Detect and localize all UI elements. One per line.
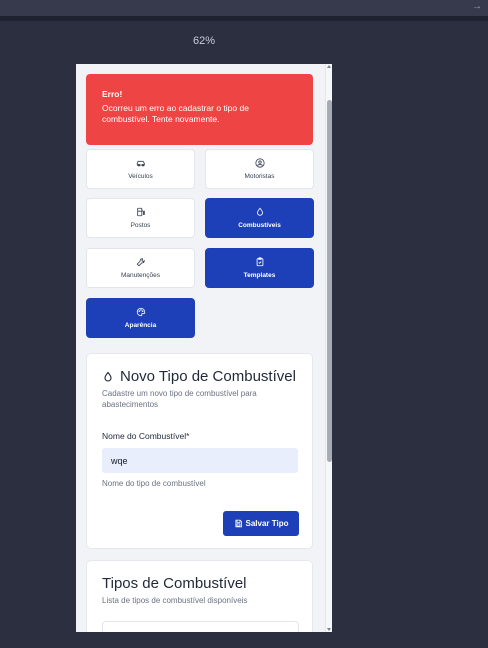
scroll-up-arrow-icon[interactable]: [327, 65, 331, 68]
form-subtitle: Cadastre um novo tipo de combustível par…: [102, 389, 257, 409]
arrow-right-icon[interactable]: →: [472, 1, 482, 12]
app-viewport: Erro! Ocorreu um erro ao cadastrar o tip…: [76, 64, 332, 632]
clipboard-icon: [256, 257, 263, 267]
fuel-name-label: Nome do Combustível*: [102, 431, 190, 441]
fuel-name-input[interactable]: [102, 448, 298, 473]
scrollbar-thumb[interactable]: [327, 100, 332, 462]
alert-title: Erro!: [102, 89, 123, 99]
nav-tile-label: Templates: [243, 272, 276, 279]
nav-tile-label: Aparência: [124, 322, 157, 329]
nav-tile-label: Veículos: [128, 173, 153, 180]
list-subtitle: Lista de tipos de combustível disponívei…: [102, 596, 248, 605]
wrench-icon: [136, 258, 145, 267]
nav-tile-manutencoes[interactable]: Manutenções: [86, 248, 195, 288]
nav-tile-postos[interactable]: Postos: [86, 198, 195, 238]
nav-tile-motoristas[interactable]: Motoristas: [205, 149, 314, 189]
droplet-icon: [256, 207, 263, 216]
fuel-icon: [136, 207, 145, 217]
list-title: Tipos de Combustível: [102, 575, 247, 592]
alert-message: Ocorreu um erro ao cadastrar o tipo de c…: [102, 103, 249, 124]
vertical-scrollbar[interactable]: [325, 64, 332, 632]
user-circle-icon: [254, 158, 265, 168]
scroll-down-arrow-icon[interactable]: [327, 628, 331, 631]
nav-tile-veiculos[interactable]: Veículos: [86, 149, 195, 189]
error-alert: Erro! Ocorreu um erro ao cadastrar o tip…: [86, 74, 313, 145]
form-title-text: Novo Tipo de Combustível: [120, 368, 296, 385]
nav-tile-combustiveis[interactable]: Combustíveis: [205, 198, 314, 238]
new-fuel-type-card: Novo Tipo de Combustível Cadastre um nov…: [86, 353, 313, 549]
droplet-icon: [104, 371, 112, 381]
nav-tile-templates[interactable]: Templates: [205, 248, 314, 288]
nav-tile-label: Combustíveis: [238, 222, 281, 229]
nav-tile-label: Postos: [130, 222, 151, 229]
car-icon: [136, 160, 145, 167]
browser-toolbar: →: [0, 0, 488, 16]
fuel-types-list-card: Tipos de Combustível Lista de tipos de c…: [86, 560, 313, 632]
save-icon: [234, 519, 242, 528]
toolbar-divider: [0, 16, 488, 21]
palette-icon: [136, 307, 145, 317]
nav-tile-aparencia[interactable]: Aparência: [86, 298, 195, 338]
save-type-button[interactable]: Salvar Tipo: [223, 511, 299, 536]
zoom-level: 62%: [192, 35, 216, 47]
save-type-label: Salvar Tipo: [245, 519, 289, 528]
nav-tile-label: Manutenções: [120, 272, 161, 279]
nav-tile-label: Motoristas: [244, 173, 275, 180]
form-title: Novo Tipo de Combustível: [102, 368, 296, 385]
fuel-types-table: [102, 621, 299, 632]
fuel-name-hint: Nome do tipo de combustível: [102, 479, 206, 488]
